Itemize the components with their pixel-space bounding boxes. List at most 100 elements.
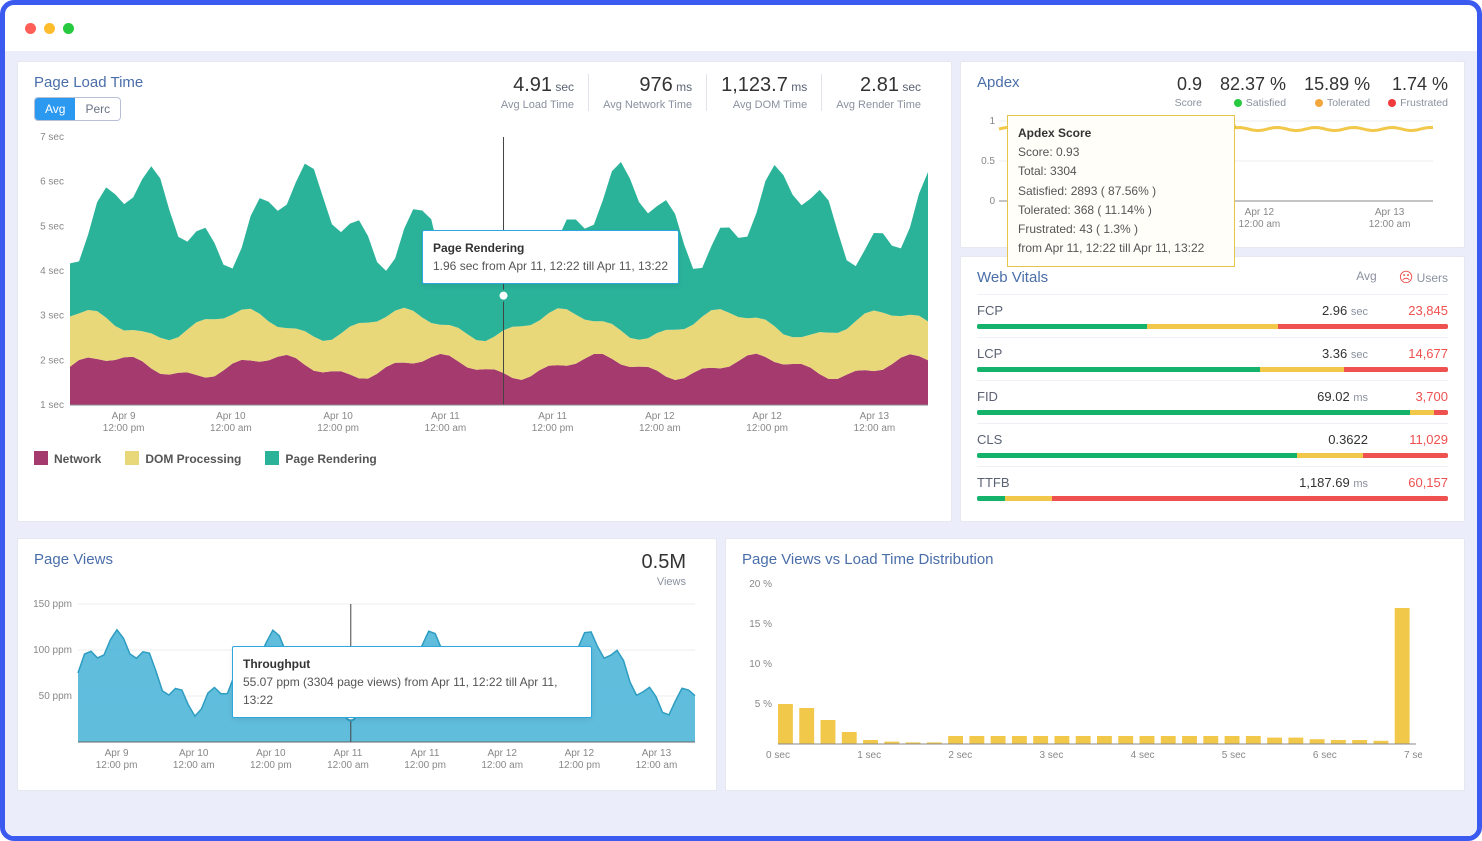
apdex-score-label: Score (1175, 97, 1202, 109)
wv-value: 1,187.69 ms (1299, 475, 1368, 490)
svg-text:12:00 pm: 12:00 pm (103, 423, 145, 434)
svg-text:0: 0 (989, 196, 995, 207)
dot-frustrated-icon (1388, 99, 1396, 107)
metric-network-value: 976 (639, 74, 672, 96)
svg-text:10 %: 10 % (749, 659, 772, 670)
svg-text:7 sec: 7 sec (40, 132, 64, 143)
wv-users: 23,845 (1388, 303, 1448, 318)
wv-row-ttfb[interactable]: TTFB 1,187.69 ms 60,157 (977, 466, 1448, 509)
svg-text:Apr 10: Apr 10 (323, 411, 353, 422)
dot-satisfied-icon (1234, 99, 1242, 107)
wv-name: FID (977, 389, 998, 404)
metric-load-label: Avg Load Time (501, 99, 574, 111)
panel-web-vitals: Web Vitals Avg ☹ Users FCP 2.96 sec 23,8… (960, 256, 1465, 522)
wv-bar (977, 453, 1448, 458)
wv-name: LCP (977, 346, 1002, 361)
avg-perc-toggle[interactable]: Avg Perc (34, 97, 121, 121)
svg-text:12:00 pm: 12:00 pm (96, 760, 138, 771)
panel-apdex: Apdex 0.9Score 82.37 %Satisfied 15.89 %T… (960, 61, 1465, 248)
legend-render: Page Rendering (265, 451, 376, 466)
svg-text:3 sec: 3 sec (1039, 750, 1063, 761)
distribution-title: Page Views vs Load Time Distribution (742, 551, 1448, 568)
svg-text:15 %: 15 % (749, 619, 772, 630)
panel-distribution: Page Views vs Load Time Distribution 20 … (725, 538, 1465, 791)
svg-text:Apr 13: Apr 13 (860, 411, 890, 422)
wv-value: 69.02 ms (1317, 389, 1368, 404)
web-vitals-title: Web Vitals (977, 269, 1048, 286)
page-views-value: 0.5M (642, 551, 686, 573)
wv-bar (977, 496, 1448, 501)
wv-value: 2.96 sec (1322, 303, 1368, 318)
svg-text:1 sec: 1 sec (40, 400, 64, 411)
svg-text:Apr 12: Apr 12 (487, 748, 517, 759)
apdex-frustrated-value: 1.74 % (1388, 74, 1448, 95)
minimize-icon[interactable] (44, 23, 55, 34)
svg-text:0.5: 0.5 (981, 156, 995, 167)
wv-bar (977, 324, 1448, 329)
svg-text:12:00 am: 12:00 am (636, 760, 678, 771)
browser-window: Page Load Time Avg Perc 4.91 secAvg Load… (0, 0, 1482, 841)
toggle-perc[interactable]: Perc (75, 98, 120, 120)
svg-text:Apr 11: Apr 11 (411, 748, 440, 759)
svg-text:12:00 pm: 12:00 pm (404, 760, 446, 771)
sad-face-icon: ☹ (1399, 269, 1414, 285)
svg-text:Apr 11: Apr 11 (538, 411, 567, 422)
distribution-chart[interactable]: 20 %15 %10 %5 %0 sec1 sec2 sec3 sec4 sec… (742, 578, 1448, 768)
maximize-icon[interactable] (63, 23, 74, 34)
legend-dom: DOM Processing (125, 451, 241, 466)
page-load-legend: Network DOM Processing Page Rendering (34, 451, 935, 466)
svg-text:12:00 am: 12:00 am (425, 423, 467, 434)
svg-text:12:00 am: 12:00 am (1369, 219, 1411, 230)
svg-text:5 %: 5 % (755, 699, 772, 710)
svg-text:Apr 11: Apr 11 (431, 411, 460, 422)
page-load-chart[interactable]: 7 sec6 sec5 sec4 sec3 sec2 sec1 secApr 9… (34, 131, 935, 441)
svg-text:12:00 am: 12:00 am (639, 423, 681, 434)
svg-text:6 sec: 6 sec (1313, 750, 1337, 761)
svg-text:7 sec: 7 sec (1404, 750, 1422, 761)
svg-text:150 ppm: 150 ppm (34, 599, 72, 610)
wv-row-cls[interactable]: CLS 0.3622 11,029 (977, 423, 1448, 466)
page-views-chart[interactable]: 150 ppm100 ppm50 ppmApr 912:00 pmApr 101… (34, 598, 700, 778)
page-views-tooltip: Throughput 55.07 ppm (3304 page views) f… (232, 646, 592, 718)
svg-text:12:00 pm: 12:00 pm (746, 423, 788, 434)
svg-text:5 sec: 5 sec (1222, 750, 1246, 761)
window-titlebar (5, 5, 1477, 51)
panel-page-views: Page Views 0.5M Views 150 ppm100 ppm50 p… (17, 538, 717, 791)
svg-text:12:00 pm: 12:00 pm (250, 760, 292, 771)
svg-text:100 ppm: 100 ppm (34, 645, 72, 656)
svg-text:Apr 12: Apr 12 (645, 411, 675, 422)
svg-text:2 sec: 2 sec (40, 355, 64, 366)
svg-text:Apr 10: Apr 10 (179, 748, 209, 759)
wv-row-fcp[interactable]: FCP 2.96 sec 23,845 (977, 294, 1448, 337)
svg-text:Apr 9: Apr 9 (105, 748, 129, 759)
svg-text:Apr 12: Apr 12 (565, 748, 595, 759)
svg-text:Apr 9: Apr 9 (112, 411, 136, 422)
svg-text:12:00 am: 12:00 am (854, 423, 896, 434)
page-load-tooltip: Page Rendering 1.96 sec from Apr 11, 12:… (422, 230, 679, 284)
toggle-avg[interactable]: Avg (35, 98, 75, 120)
metric-dom-value: 1,123.7 (721, 74, 788, 96)
svg-text:Apr 10: Apr 10 (256, 748, 286, 759)
svg-text:12:00 pm: 12:00 pm (317, 423, 359, 434)
svg-text:4 sec: 4 sec (40, 266, 64, 277)
wv-row-fid[interactable]: FID 69.02 ms 3,700 (977, 380, 1448, 423)
page-views-title: Page Views (34, 551, 113, 568)
wv-avg-header: Avg (1356, 269, 1376, 286)
svg-text:4 sec: 4 sec (1131, 750, 1155, 761)
svg-text:Apr 12: Apr 12 (752, 411, 782, 422)
wv-value: 3.36 sec (1322, 346, 1368, 361)
metric-load-value: 4.91 (513, 74, 552, 96)
wv-row-lcp[interactable]: LCP 3.36 sec 14,677 (977, 337, 1448, 380)
svg-text:Apr 10: Apr 10 (216, 411, 246, 422)
apdex-chart[interactable]: 10.50Apr 1212:00 amApr 1312:00 am Apdex … (977, 115, 1448, 235)
wv-users: 3,700 (1388, 389, 1448, 404)
swatch-icon (125, 451, 139, 465)
metric-render-label: Avg Render Time (836, 99, 921, 111)
svg-text:3 sec: 3 sec (40, 311, 64, 322)
wv-name: CLS (977, 432, 1002, 447)
close-icon[interactable] (25, 23, 36, 34)
svg-text:6 sec: 6 sec (40, 177, 64, 188)
metric-render-value: 2.81 (860, 74, 899, 96)
wv-name: FCP (977, 303, 1003, 318)
svg-text:12:00 pm: 12:00 pm (558, 760, 600, 771)
